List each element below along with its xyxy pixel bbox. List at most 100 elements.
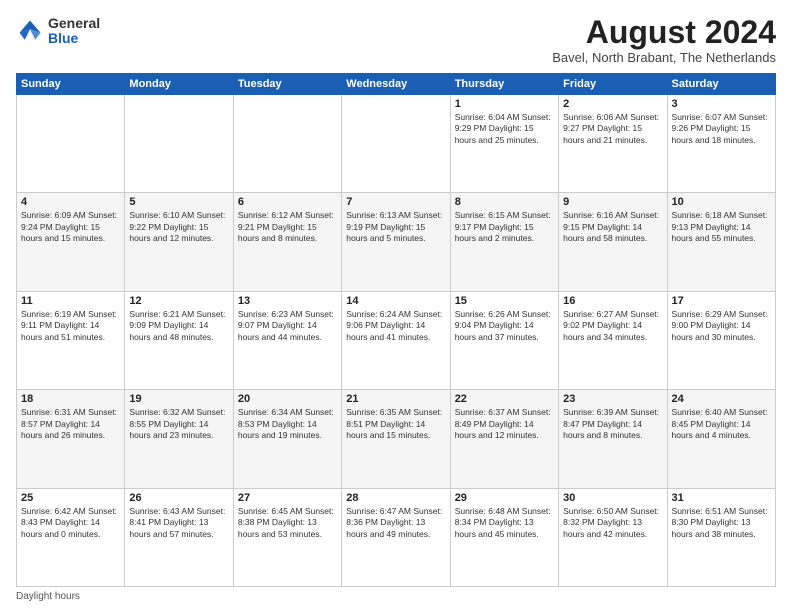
day-cell: 24 Sunrise: 6:40 AM Sunset: 8:45 PM Dayli… [667, 390, 775, 488]
day-number: 13 [238, 295, 337, 307]
day-number: 6 [238, 196, 337, 208]
day-number: 31 [672, 492, 771, 504]
day-cell [342, 95, 450, 193]
day-number: 21 [346, 393, 445, 405]
day-info: Sunrise: 6:07 AM Sunset: 9:26 PM Dayligh… [672, 112, 771, 146]
day-info: Sunrise: 6:50 AM Sunset: 8:32 PM Dayligh… [563, 506, 662, 540]
day-number: 2 [563, 98, 662, 110]
day-cell [233, 95, 341, 193]
col-header-wednesday: Wednesday [342, 74, 450, 95]
col-header-thursday: Thursday [450, 74, 558, 95]
day-number: 28 [346, 492, 445, 504]
day-number: 14 [346, 295, 445, 307]
day-cell: 13 Sunrise: 6:23 AM Sunset: 9:07 PM Dayli… [233, 291, 341, 389]
day-number: 11 [21, 295, 120, 307]
day-number: 12 [129, 295, 228, 307]
day-number: 10 [672, 196, 771, 208]
day-number: 20 [238, 393, 337, 405]
day-info: Sunrise: 6:26 AM Sunset: 9:04 PM Dayligh… [455, 309, 554, 343]
day-info: Sunrise: 6:35 AM Sunset: 8:51 PM Dayligh… [346, 407, 445, 441]
day-number: 26 [129, 492, 228, 504]
day-number: 8 [455, 196, 554, 208]
day-cell: 4Sunrise: 6:09 AM Sunset: 9:24 PM Daylig… [17, 193, 125, 291]
day-number: 29 [455, 492, 554, 504]
day-info: Sunrise: 6:19 AM Sunset: 9:11 PM Dayligh… [21, 309, 120, 343]
logo: General Blue [16, 16, 100, 47]
day-info: Sunrise: 6:15 AM Sunset: 9:17 PM Dayligh… [455, 210, 554, 244]
day-info: Sunrise: 6:16 AM Sunset: 9:15 PM Dayligh… [563, 210, 662, 244]
day-cell: 17 Sunrise: 6:29 AM Sunset: 9:00 PM Dayli… [667, 291, 775, 389]
day-cell: 3 Sunrise: 6:07 AM Sunset: 9:26 PM Daylig… [667, 95, 775, 193]
day-cell: 8 Sunrise: 6:15 AM Sunset: 9:17 PM Daylig… [450, 193, 558, 291]
day-info: Sunrise: 6:04 AM Sunset: 9:29 PM Dayligh… [455, 112, 554, 146]
day-cell: 5 Sunrise: 6:10 AM Sunset: 9:22 PM Daylig… [125, 193, 233, 291]
day-info: Sunrise: 6:40 AM Sunset: 8:45 PM Dayligh… [672, 407, 771, 441]
day-cell: 11 Sunrise: 6:19 AM Sunset: 9:11 PM Dayli… [17, 291, 125, 389]
month-year: August 2024 [552, 16, 776, 48]
day-cell: 16Sunrise: 6:27 AM Sunset: 9:02 PM Dayli… [559, 291, 667, 389]
col-header-sunday: Sunday [17, 74, 125, 95]
page: General Blue August 2024 Bavel, North Br… [0, 0, 792, 612]
day-cell: 15 Sunrise: 6:26 AM Sunset: 9:04 PM Dayli… [450, 291, 558, 389]
day-info: Sunrise: 6:12 AM Sunset: 9:21 PM Dayligh… [238, 210, 337, 244]
day-cell: 20 Sunrise: 6:34 AM Sunset: 8:53 PM Dayli… [233, 390, 341, 488]
calendar-table: SundayMondayTuesdayWednesdayThursdayFrid… [16, 73, 776, 587]
day-info: Sunrise: 6:43 AM Sunset: 8:41 PM Dayligh… [129, 506, 228, 540]
day-cell: 1 Sunrise: 6:04 AM Sunset: 9:29 PM Daylig… [450, 95, 558, 193]
day-number: 5 [129, 196, 228, 208]
day-cell: 21 Sunrise: 6:35 AM Sunset: 8:51 PM Dayli… [342, 390, 450, 488]
day-cell: 22Sunrise: 6:37 AM Sunset: 8:49 PM Dayli… [450, 390, 558, 488]
footer-note: Daylight hours [16, 591, 776, 602]
day-number: 23 [563, 393, 662, 405]
day-number: 18 [21, 393, 120, 405]
day-info: Sunrise: 6:32 AM Sunset: 8:55 PM Dayligh… [129, 407, 228, 441]
day-cell: 27Sunrise: 6:45 AM Sunset: 8:38 PM Dayli… [233, 488, 341, 586]
week-row-2: 4Sunrise: 6:09 AM Sunset: 9:24 PM Daylig… [17, 193, 776, 291]
day-cell: 6 Sunrise: 6:12 AM Sunset: 9:21 PM Daylig… [233, 193, 341, 291]
logo-general: General [48, 16, 100, 31]
day-info: Sunrise: 6:42 AM Sunset: 8:43 PM Dayligh… [21, 506, 120, 540]
day-info: Sunrise: 6:09 AM Sunset: 9:24 PM Dayligh… [21, 210, 120, 244]
day-info: Sunrise: 6:29 AM Sunset: 9:00 PM Dayligh… [672, 309, 771, 343]
day-info: Sunrise: 6:23 AM Sunset: 9:07 PM Dayligh… [238, 309, 337, 343]
day-info: Sunrise: 6:51 AM Sunset: 8:30 PM Dayligh… [672, 506, 771, 540]
day-number: 24 [672, 393, 771, 405]
day-number: 9 [563, 196, 662, 208]
day-number: 7 [346, 196, 445, 208]
calendar-header-row: SundayMondayTuesdayWednesdayThursdayFrid… [17, 74, 776, 95]
day-cell: 29Sunrise: 6:48 AM Sunset: 8:34 PM Dayli… [450, 488, 558, 586]
day-number: 22 [455, 393, 554, 405]
day-number: 19 [129, 393, 228, 405]
day-number: 3 [672, 98, 771, 110]
day-info: Sunrise: 6:39 AM Sunset: 8:47 PM Dayligh… [563, 407, 662, 441]
day-cell: 31 Sunrise: 6:51 AM Sunset: 8:30 PM Dayli… [667, 488, 775, 586]
logo-blue: Blue [48, 31, 100, 46]
col-header-friday: Friday [559, 74, 667, 95]
day-cell: 2Sunrise: 6:06 AM Sunset: 9:27 PM Daylig… [559, 95, 667, 193]
logo-icon [16, 17, 44, 45]
day-cell: 28 Sunrise: 6:47 AM Sunset: 8:36 PM Dayli… [342, 488, 450, 586]
day-info: Sunrise: 6:45 AM Sunset: 8:38 PM Dayligh… [238, 506, 337, 540]
day-cell: 25 Sunrise: 6:42 AM Sunset: 8:43 PM Dayli… [17, 488, 125, 586]
day-number: 1 [455, 98, 554, 110]
week-row-4: 18 Sunrise: 6:31 AM Sunset: 8:57 PM Dayli… [17, 390, 776, 488]
day-cell: 19 Sunrise: 6:32 AM Sunset: 8:55 PM Dayli… [125, 390, 233, 488]
day-cell: 30 Sunrise: 6:50 AM Sunset: 8:32 PM Dayli… [559, 488, 667, 586]
week-row-5: 25 Sunrise: 6:42 AM Sunset: 8:43 PM Dayli… [17, 488, 776, 586]
day-info: Sunrise: 6:34 AM Sunset: 8:53 PM Dayligh… [238, 407, 337, 441]
day-cell: 18 Sunrise: 6:31 AM Sunset: 8:57 PM Dayli… [17, 390, 125, 488]
day-info: Sunrise: 6:47 AM Sunset: 8:36 PM Dayligh… [346, 506, 445, 540]
day-number: 15 [455, 295, 554, 307]
day-cell [125, 95, 233, 193]
day-info: Sunrise: 6:31 AM Sunset: 8:57 PM Dayligh… [21, 407, 120, 441]
day-cell: 14Sunrise: 6:24 AM Sunset: 9:06 PM Dayli… [342, 291, 450, 389]
day-number: 17 [672, 295, 771, 307]
day-cell: 26 Sunrise: 6:43 AM Sunset: 8:41 PM Dayli… [125, 488, 233, 586]
day-info: Sunrise: 6:10 AM Sunset: 9:22 PM Dayligh… [129, 210, 228, 244]
day-cell: 10Sunrise: 6:18 AM Sunset: 9:13 PM Dayli… [667, 193, 775, 291]
day-info: Sunrise: 6:27 AM Sunset: 9:02 PM Dayligh… [563, 309, 662, 343]
day-number: 30 [563, 492, 662, 504]
day-cell: 7 Sunrise: 6:13 AM Sunset: 9:19 PM Daylig… [342, 193, 450, 291]
day-number: 25 [21, 492, 120, 504]
day-info: Sunrise: 6:13 AM Sunset: 9:19 PM Dayligh… [346, 210, 445, 244]
